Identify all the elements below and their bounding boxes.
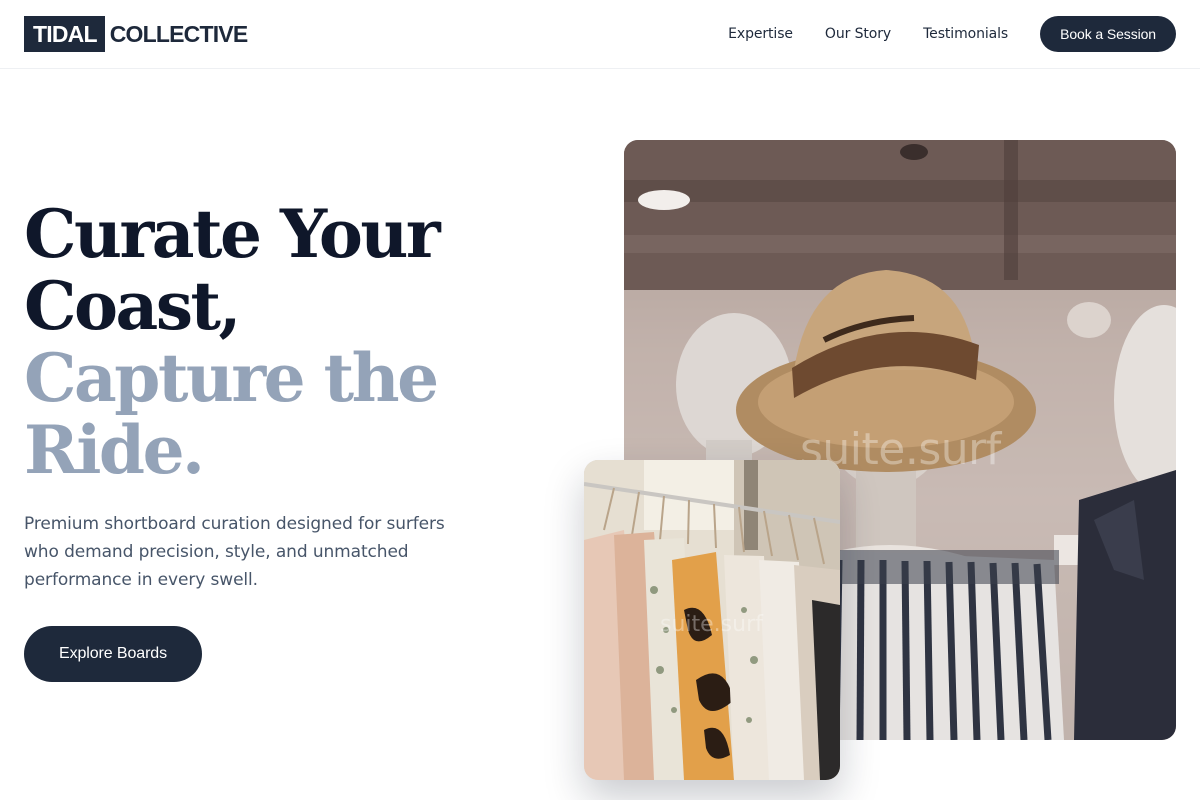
main-nav: Expertise Our Story Testimonials Book a … [728, 16, 1176, 52]
nav-link-expertise[interactable]: Expertise [728, 26, 793, 42]
book-session-button[interactable]: Book a Session [1040, 16, 1176, 52]
explore-boards-button[interactable]: Explore Boards [24, 626, 202, 682]
hero-subtext: Premium shortboard curation designed for… [24, 514, 445, 590]
nav-link-our-story[interactable]: Our Story [825, 26, 891, 42]
headline-line-2: Coast, [24, 267, 241, 345]
headline-line-1: Curate Your [24, 195, 441, 273]
site-header: TIDAL COLLECTIVE Expertise Our Story Tes… [0, 0, 1200, 69]
hero-photo-clothing-rack: suite.surf [584, 460, 840, 780]
headline-line-3: Capture the [24, 339, 439, 417]
logo[interactable]: TIDAL COLLECTIVE [24, 16, 248, 52]
logo-mark: TIDAL [24, 16, 105, 52]
nav-link-testimonials[interactable]: Testimonials [923, 26, 1008, 42]
hero-headline: Curate Your Coast, Capture the Ride. [24, 198, 564, 486]
photo-watermark-small: suite.surf [660, 612, 763, 637]
headline-line-4: Ride. [24, 411, 205, 489]
logo-wordmark: COLLECTIVE [109, 20, 248, 47]
